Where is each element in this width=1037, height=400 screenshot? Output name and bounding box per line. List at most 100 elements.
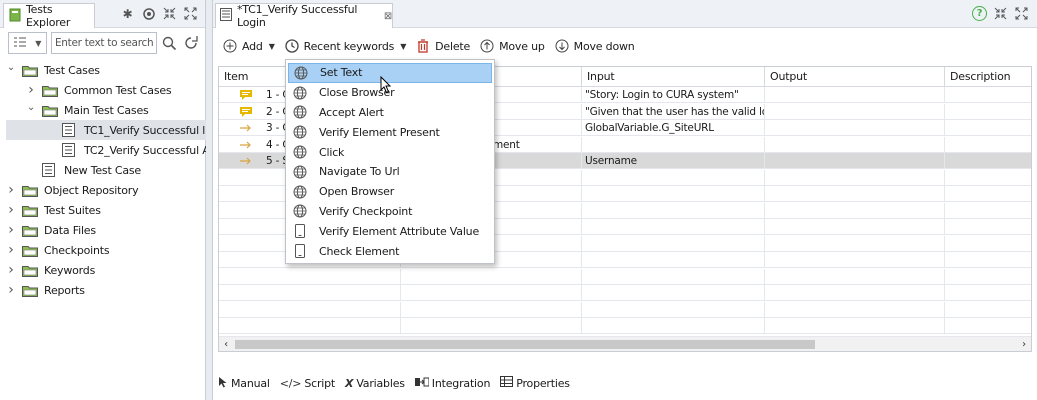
folder-icon [42, 83, 58, 97]
table-cell-output [765, 219, 945, 235]
table-cell-item [219, 301, 401, 318]
tree-item-test-suites[interactable]: › Test Suites [6, 200, 206, 220]
menu-item-verify-element-attribute-value[interactable]: Verify Element Attribute Value [288, 221, 492, 241]
table-cell-output[interactable] [765, 136, 945, 153]
globe-icon [293, 65, 309, 81]
scroll-right-icon[interactable]: › [1017, 337, 1031, 351]
add-button[interactable]: Add [223, 39, 263, 53]
chevron-right-icon[interactable]: › [26, 82, 36, 98]
minimize-icon[interactable] [993, 6, 1008, 21]
editor-tab-title: *TC1_Verify Successful Login [237, 3, 358, 29]
table-cell-description[interactable] [945, 137, 1031, 153]
table-cell-description [945, 302, 1031, 318]
delete-button[interactable]: Delete [416, 39, 470, 53]
table-cell-description [945, 269, 1031, 285]
tab-manual[interactable]: Manual [218, 376, 270, 391]
menu-item-navigate-to-url[interactable]: Navigate To Url [288, 162, 492, 182]
table-cell-output[interactable] [765, 87, 945, 103]
step-arrow-icon [239, 139, 253, 151]
table-cell-description[interactable] [945, 87, 1031, 103]
chevron-down-icon[interactable]: ⌄ [6, 62, 16, 73]
recent-keywords-dropdown-arrow[interactable]: ▼ [400, 42, 406, 51]
minimize-icon[interactable] [162, 6, 177, 21]
link-with-editor-icon[interactable] [141, 6, 156, 21]
horizontal-scrollbar[interactable]: ‹ › [219, 336, 1031, 351]
scrollbar-thumb[interactable] [235, 340, 815, 349]
table-cell-output[interactable] [765, 103, 945, 120]
scroll-left-icon[interactable]: ‹ [219, 337, 233, 351]
search-button[interactable] [161, 32, 179, 54]
table-cell-input[interactable]: "Story: Login to CURA system" [582, 87, 765, 103]
close-tab-icon[interactable]: ⊠ [384, 11, 392, 22]
chevron-right-icon[interactable]: › [6, 202, 16, 218]
tree-item-test-cases[interactable]: ⌄ Test Cases [6, 60, 206, 80]
menu-item-open-browser[interactable]: Open Browser [288, 182, 492, 202]
explorer-search-input[interactable] [50, 32, 157, 54]
table-cell-input [582, 219, 765, 235]
menu-item-verify-element-present[interactable]: Verify Element Present [288, 122, 492, 142]
menu-item-verify-checkpoint[interactable]: Verify Checkpoint [288, 202, 492, 222]
chevron-down-icon[interactable]: ⌄ [26, 102, 36, 113]
table-cell-output[interactable] [765, 120, 945, 136]
add-dropdown-arrow[interactable]: ▼ [269, 42, 275, 51]
table-cell-input[interactable]: "Given that the user has the valid log [582, 103, 765, 120]
tab-variables[interactable]: X Variables [345, 377, 405, 390]
filter-dropdown[interactable]: ▼ [8, 32, 47, 54]
table-cell-item [219, 268, 401, 285]
column-header-output[interactable]: Output [765, 67, 945, 87]
maximize-icon[interactable] [183, 6, 198, 21]
table-cell-description[interactable] [945, 120, 1031, 136]
table-cell-input[interactable]: Username [582, 153, 765, 169]
tests-explorer-tab[interactable]: Tests Explorer [3, 3, 95, 29]
globe-icon [292, 124, 308, 140]
tree-item-label: Keywords [44, 263, 96, 277]
tree-item-new-test-case[interactable]: New Test Case [6, 160, 206, 180]
tab-integration[interactable]: Integration [414, 377, 490, 390]
maximize-icon[interactable] [1014, 6, 1029, 21]
tests-explorer-icon [9, 8, 21, 25]
tree-item-label: TC1_Verify Successful l [84, 123, 206, 137]
table-cell-input[interactable]: GlobalVariable.G_SiteURL [582, 120, 765, 136]
editor-tab-tc1[interactable]: *TC1_Verify Successful Login ⊠ [215, 3, 393, 29]
chevron-right-icon[interactable]: › [6, 222, 16, 238]
column-header-description[interactable]: Description [945, 67, 1031, 87]
tab-script[interactable]: </> Script [280, 377, 335, 390]
table-cell-description[interactable] [945, 104, 1031, 120]
properties-table-icon [500, 376, 514, 390]
tree-item-tc2-verify-successful-a[interactable]: TC2_Verify Successful A [6, 140, 206, 160]
folder-icon [22, 63, 38, 77]
table-cell-output [765, 252, 945, 268]
chevron-right-icon[interactable]: › [6, 262, 16, 278]
move-up-button[interactable]: Move up [480, 39, 545, 53]
table-cell-description[interactable] [945, 153, 1031, 169]
tree-item-label: Data Files [44, 223, 96, 237]
table-cell-output[interactable] [765, 153, 945, 169]
column-header-input[interactable]: Input [582, 67, 765, 87]
tree-item-main-test-cases[interactable]: ⌄ Main Test Cases [6, 100, 206, 120]
folder-icon [22, 203, 38, 217]
tab-properties[interactable]: Properties [500, 376, 570, 390]
move-down-button[interactable]: Move down [555, 39, 635, 53]
tree-item-data-files[interactable]: › Data Files [6, 220, 206, 240]
recent-keywords-button[interactable]: Recent keywords [285, 39, 394, 53]
chevron-right-icon[interactable]: › [6, 182, 16, 198]
help-icon[interactable]: ? [972, 6, 987, 21]
table-cell-output [765, 285, 945, 301]
tree-item-keywords[interactable]: › Keywords [6, 260, 206, 280]
tree-item-common-test-cases[interactable]: › Common Test Cases [6, 80, 206, 100]
menu-item-label: Check Element [319, 244, 400, 258]
tree-item-reports[interactable]: › Reports [6, 280, 206, 300]
tree-item-checkpoints[interactable]: › Checkpoints [6, 240, 206, 260]
collapse-all-icon[interactable]: ✱ [120, 6, 135, 21]
advanced-search-button[interactable] [182, 32, 200, 54]
tree-item-label: New Test Case [64, 163, 141, 177]
menu-item-label: Verify Element Attribute Value [319, 224, 480, 238]
menu-item-accept-alert[interactable]: Accept Alert [288, 103, 492, 123]
chevron-right-icon[interactable]: › [6, 282, 16, 298]
chevron-right-icon[interactable]: › [6, 242, 16, 258]
menu-item-check-element[interactable]: Check Element [288, 241, 492, 261]
tree-item-object-repository[interactable]: › Object Repository [6, 180, 206, 200]
table-cell-input[interactable] [582, 136, 765, 153]
menu-item-click[interactable]: Click [288, 142, 492, 162]
tree-item-tc1-verify-successful-l[interactable]: TC1_Verify Successful l [6, 120, 206, 140]
